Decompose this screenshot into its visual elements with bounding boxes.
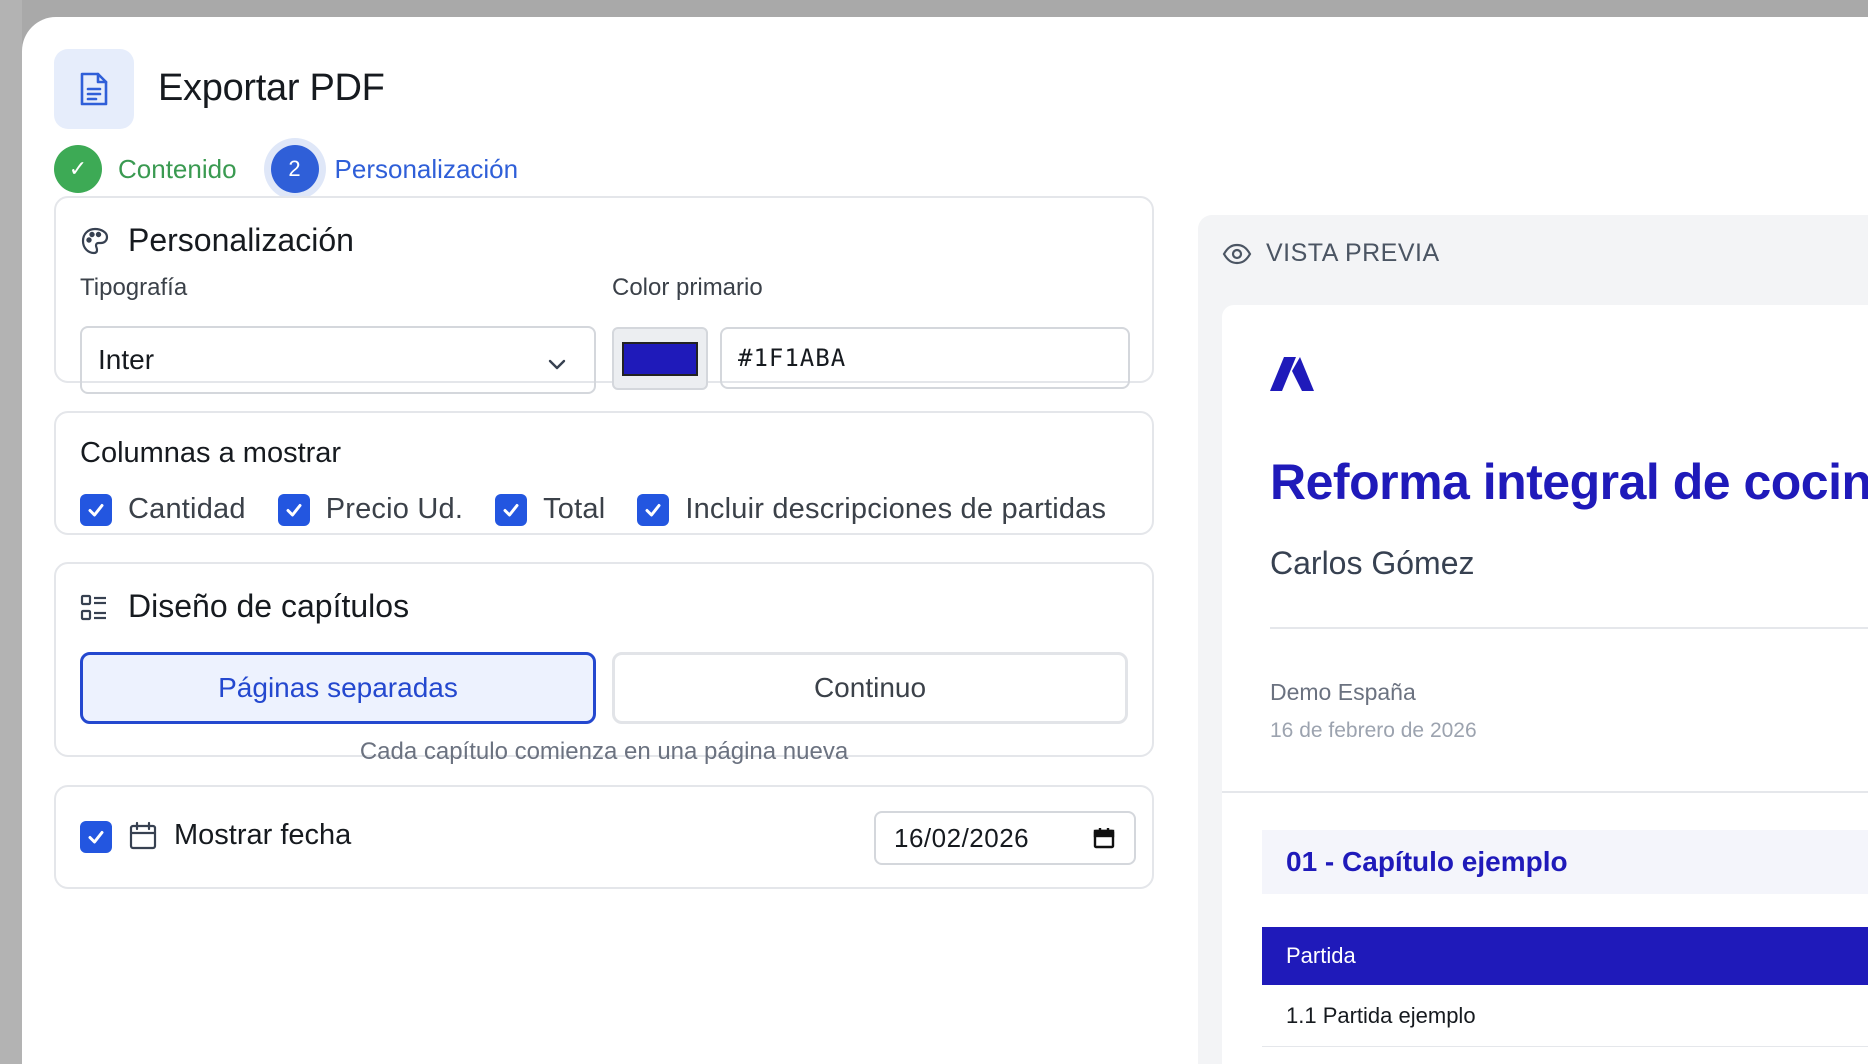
color-label: Color primario	[612, 274, 763, 301]
date-input[interactable]: 16/02/2026	[874, 811, 1136, 865]
preview-company: Demo España	[1270, 679, 1416, 705]
checkbox-label: Cantidad	[128, 493, 246, 525]
modal-title: Exportar PDF	[158, 67, 385, 109]
checkbox-label: Total	[543, 493, 606, 525]
chevron-down-icon	[546, 350, 568, 382]
export-pdf-modal: Exportar PDF ✓ Contenido 2 Personalizaci…	[22, 17, 1868, 1064]
checkbox-checked-icon	[495, 493, 528, 526]
brand-logo-icon	[1270, 357, 1314, 396]
option-continuous-button[interactable]: Continuo	[612, 652, 1128, 724]
eye-icon	[1222, 243, 1252, 264]
checkbox-descripciones[interactable]: Incluir descripciones de partidas	[637, 493, 1106, 526]
layout-list-icon	[80, 594, 108, 627]
preview-table-header: Partida	[1262, 927, 1868, 985]
card-title: Personalización	[128, 222, 354, 258]
checkbox-checked-icon	[80, 493, 112, 526]
step-number: 2	[270, 145, 319, 193]
preview-chapter: 01 - Capítulo ejemplo	[1262, 830, 1868, 894]
checkbox-total[interactable]: Total	[495, 493, 605, 526]
step-label: Personalización	[334, 153, 519, 184]
preview-header: VISTA PREVIA	[1222, 239, 1440, 268]
chapters-hint: Cada capítulo comienza en una página nue…	[359, 738, 849, 765]
preview-heading: VISTA PREVIA	[1266, 239, 1440, 267]
card-title: Columnas a mostrar	[80, 437, 342, 469]
preview-panel: VISTA PREVIA Reforma integral de cocina …	[1198, 215, 1868, 1064]
checkbox-label: Precio Ud.	[325, 493, 464, 525]
typography-value: Inter	[98, 344, 155, 375]
checkbox-checked-icon	[277, 493, 310, 526]
checkbox-label: Incluir descripciones de partidas	[685, 493, 1107, 525]
step-label: Contenido	[118, 153, 237, 184]
preview-table-row: 1.1 Partida ejemplo	[1262, 985, 1868, 1047]
color-swatch	[622, 341, 698, 376]
stepper: ✓ Contenido 2 Personalización	[54, 145, 518, 193]
date-card: Mostrar fecha 16/02/2026	[54, 785, 1154, 889]
document-icon	[54, 49, 134, 129]
typography-label: Tipografía	[80, 274, 188, 301]
checkbox-checked-icon	[637, 493, 670, 526]
chapters-card: Diseño de capítulos Páginas separadas Co…	[54, 562, 1154, 765]
personalization-card: Personalización Tipografía Inter Color p…	[54, 196, 1154, 394]
checkbox-cantidad[interactable]: Cantidad	[80, 493, 246, 526]
preview-client: Carlos Gómez	[1270, 545, 1475, 581]
columns-card: Columnas a mostrar Cantidad Precio Ud. T…	[54, 411, 1154, 535]
show-date-checkbox[interactable]	[80, 821, 112, 853]
calendar-icon	[128, 821, 158, 856]
preview-document: Reforma integral de cocina Carlos Gómez …	[1222, 305, 1868, 1064]
checkbox-precio[interactable]: Precio Ud.	[277, 493, 464, 526]
preview-date: 16 de febrero de 2026	[1270, 719, 1477, 742]
card-title: Diseño de capítulos	[128, 588, 410, 624]
date-value: 16/02/2026	[894, 822, 1030, 853]
step-personalizacion[interactable]: 2 Personalización	[270, 145, 519, 193]
calendar-picker-icon[interactable]	[1092, 826, 1116, 857]
typography-select[interactable]: Inter	[80, 326, 596, 394]
modal-backdrop	[0, 0, 22, 1064]
preview-section-divider	[1222, 791, 1868, 793]
preview-doc-title: Reforma integral de cocina	[1270, 454, 1868, 510]
palette-icon	[80, 226, 110, 261]
color-hex-input[interactable]: #1F1ABA	[720, 327, 1130, 389]
check-icon: ✓	[54, 145, 102, 193]
show-date-label: Mostrar fecha	[174, 819, 352, 851]
preview-divider	[1270, 627, 1868, 629]
option-separate-pages-button[interactable]: Páginas separadas	[80, 652, 596, 724]
column-checkboxes: Cantidad Precio Ud. Total Incluir descri…	[80, 493, 1106, 526]
step-contenido[interactable]: ✓ Contenido	[54, 145, 237, 193]
color-picker[interactable]	[612, 327, 708, 390]
